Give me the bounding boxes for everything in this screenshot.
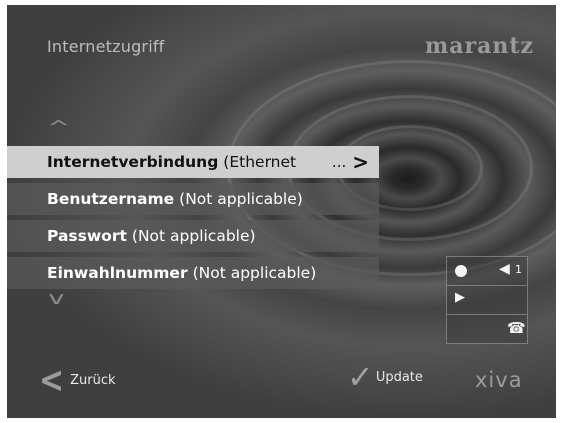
menu-item-ellipsis: ... [331,153,347,171]
play-icon: ▶ [455,290,465,305]
checkmark-icon: ✓ [347,358,374,396]
status-panel: ◀ 1 ▶ ☎ [442,256,528,344]
scroll-down-icon[interactable]: v [48,288,64,309]
menu-item-passwort[interactable]: Passwort (Not applicable) [7,220,379,252]
brand-logo: marantz [424,33,534,59]
menu-item-value: (Ethernet [223,153,297,171]
settings-menu: Internetverbindung (Ethernet ... > Benut… [7,146,379,294]
xiva-logo: xiva [475,368,523,392]
scroll-up-icon[interactable]: ^ [47,117,70,138]
menu-item-value: (Not applicable) [131,227,256,245]
phone-icon: ☎ [507,319,526,337]
volume-level: 1 [515,263,522,276]
status-row-record: ◀ 1 [446,256,528,286]
status-row-play: ▶ [446,286,528,315]
tv-screen: Internetzugriff marantz ^ Internetverbin… [7,5,556,418]
update-button[interactable]: ✓ Update [347,358,423,396]
speaker-icon: ◀ [499,261,510,277]
chevron-left-icon: < [39,359,65,402]
chevron-right-icon[interactable]: > [352,150,369,174]
menu-item-einwahlnummer[interactable]: Einwahlnummer (Not applicable) [7,257,379,289]
page-title: Internetzugriff [47,37,165,56]
status-row-phone: ☎ [446,315,528,344]
menu-item-benutzername[interactable]: Benutzername (Not applicable) [7,183,379,215]
menu-item-label: Passwort [47,227,127,245]
back-button[interactable]: < Zurück [39,360,116,402]
menu-item-label: Einwahlnummer [47,264,188,282]
update-label: Update [375,369,423,385]
record-icon [455,265,467,277]
back-label: Zurück [70,373,116,388]
menu-item-internetverbindung[interactable]: Internetverbindung (Ethernet ... > [7,146,379,178]
menu-item-value: (Not applicable) [179,190,303,208]
menu-item-label: Benutzername [47,190,175,208]
menu-item-value: (Not applicable) [192,264,317,282]
menu-item-label: Internetverbindung [47,153,219,171]
